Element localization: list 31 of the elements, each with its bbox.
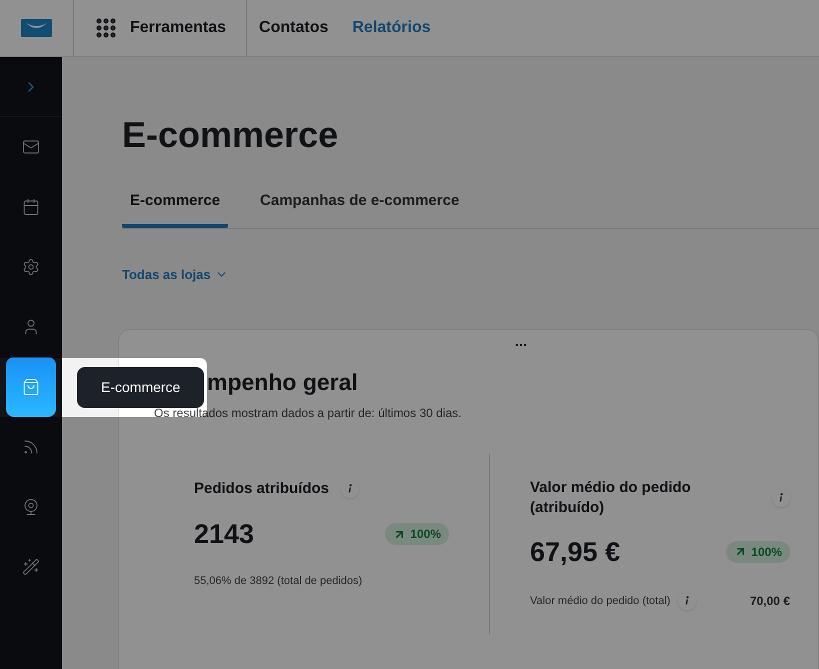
mail-icon bbox=[22, 138, 40, 156]
info-icon[interactable] bbox=[678, 592, 696, 610]
tooltip: E-commerce bbox=[77, 367, 204, 408]
feed-icon bbox=[22, 438, 40, 456]
metric-value: 2143 bbox=[194, 518, 254, 551]
tab[interactable]: Campanhas de e-commerce bbox=[252, 193, 468, 228]
calendar-icon bbox=[22, 198, 40, 216]
logo-icon[interactable] bbox=[21, 19, 52, 37]
store-filter[interactable]: Todas as lojas bbox=[122, 265, 228, 284]
webcam-icon bbox=[22, 498, 40, 516]
settings-icon bbox=[22, 258, 40, 276]
magic-wand-icon bbox=[22, 558, 40, 576]
info-icon[interactable] bbox=[341, 480, 360, 498]
tab[interactable]: E-commerce bbox=[122, 193, 228, 228]
nav-link[interactable]: Contatos bbox=[247, 0, 340, 56]
card-title: mpenho geral bbox=[207, 371, 358, 394]
metric-footnote-value: 70,00 € bbox=[750, 593, 790, 610]
metric-label: Pedidos atribuídos bbox=[194, 478, 330, 498]
change-badge: 100% bbox=[726, 540, 790, 563]
metric-footnote: 55,06% de 3892 (total de pedidos) bbox=[194, 574, 364, 588]
metric-label: Valor médio do pedido (atribuído) bbox=[530, 478, 692, 518]
tools-menu[interactable]: Ferramentas bbox=[74, 0, 248, 56]
shopping-bag-icon bbox=[22, 378, 40, 396]
info-icon[interactable] bbox=[772, 488, 790, 506]
nav-link[interactable]: Relatórios bbox=[340, 0, 443, 56]
metric-value: 67,95 € bbox=[530, 536, 620, 568]
grid-icon bbox=[94, 16, 118, 40]
metric-footnote: Valor médio do pedido (total) bbox=[530, 594, 670, 609]
page-title: E-commerce bbox=[122, 117, 340, 153]
change-badge: 100% bbox=[385, 523, 449, 546]
sidebar-item[interactable] bbox=[6, 357, 56, 417]
